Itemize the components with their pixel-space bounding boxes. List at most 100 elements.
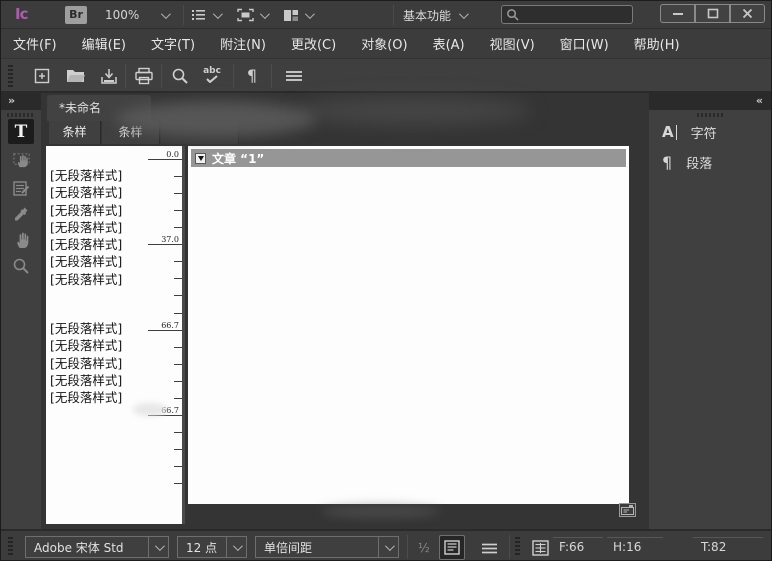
- maximize-icon: [707, 8, 719, 19]
- statusbar-separator: [509, 535, 510, 559]
- workspace-switcher[interactable]: 基本功能: [403, 5, 466, 25]
- menu-item-7[interactable]: 视图(V): [490, 34, 535, 53]
- ruler-tick: [174, 381, 182, 382]
- ruler-label: 0.0: [148, 150, 182, 160]
- menu-item-6[interactable]: 表(A): [433, 34, 465, 53]
- right-panel-grip[interactable]: [697, 113, 725, 117]
- paragraph-style-list-bottom: [无段落样式][无段落样式][无段落样式][无段落样式][无段落样式]: [50, 320, 122, 406]
- zoom-level-value: 100%: [105, 8, 139, 22]
- menu-item-5[interactable]: 对象(O): [361, 34, 407, 53]
- new-document-button[interactable]: [29, 63, 55, 89]
- menu-item-3[interactable]: 附注(N): [220, 34, 266, 53]
- paragraph-panel-button[interactable]: ¶ 段落: [649, 149, 772, 175]
- print-button[interactable]: [131, 63, 157, 89]
- smudge-artifact: [133, 403, 167, 416]
- screen-mode-dropdown[interactable]: [237, 5, 277, 25]
- font-family-dropdown[interactable]: Adobe 宋体 Std: [25, 536, 169, 558]
- tools-panel-grip[interactable]: [7, 113, 35, 117]
- view-tab-galley[interactable]: 条样: [49, 121, 101, 144]
- paragraph-style-row[interactable]: [无段落样式]: [50, 355, 122, 372]
- paragraph-style-row[interactable]: [无段落样式]: [50, 236, 122, 253]
- statusbar-grip[interactable]: [515, 537, 520, 557]
- paragraph-style-row[interactable]: [无段落样式]: [50, 219, 122, 236]
- search-box[interactable]: [501, 5, 633, 24]
- story-editor[interactable]: 文章 “1”: [188, 146, 629, 504]
- paragraph-style-row[interactable]: [无段落样式]: [50, 320, 122, 337]
- paragraph-style-row[interactable]: [无段落样式]: [50, 202, 122, 219]
- copyfit-info-icon[interactable]: [529, 537, 551, 558]
- line-numbers-toggle[interactable]: ½: [413, 538, 435, 558]
- galley-style-column: [无段落样式][无段落样式][无段落样式][无段落样式][无段落样式][无段落样…: [46, 146, 185, 524]
- toolbar: abc ¶: [1, 59, 772, 93]
- menu-item-8[interactable]: 窗口(W): [560, 34, 609, 53]
- search-input[interactable]: [519, 7, 619, 22]
- menu-item-0[interactable]: 文件(F): [13, 34, 57, 53]
- chevron-down-icon: [260, 9, 270, 19]
- paragraph-icon: ¶: [662, 153, 672, 172]
- view-options-dropdown[interactable]: [191, 5, 231, 25]
- paragraph-style-row[interactable]: [无段落样式]: [50, 253, 122, 270]
- workspace-label: 基本功能: [403, 7, 451, 24]
- ruler-tick: [174, 466, 182, 467]
- leading-value: 单倍间距: [256, 539, 378, 556]
- paragraph-style-row[interactable]: [无段落样式]: [50, 389, 122, 406]
- chevron-down-icon: [213, 9, 223, 19]
- note-tool[interactable]: [8, 175, 34, 200]
- position-tool-icon: [12, 150, 31, 169]
- menu-item-9[interactable]: 帮助(H): [634, 34, 680, 53]
- character-panel-button[interactable]: A 字符: [649, 119, 772, 145]
- ruler-tick: [174, 364, 182, 365]
- ruler-tick: [174, 176, 182, 177]
- story-end-indicator: [619, 503, 636, 517]
- ruler-tick: [174, 313, 182, 314]
- font-size-dropdown[interactable]: 12 点: [177, 536, 247, 558]
- paragraph-style-row[interactable]: [无段落样式]: [50, 167, 122, 184]
- ruler-label: 37.0: [148, 235, 182, 245]
- screen-mode-icon: [237, 8, 254, 22]
- menu-item-1[interactable]: 编辑(E): [82, 34, 126, 53]
- zoom-tool[interactable]: [8, 253, 34, 278]
- leading-dropdown[interactable]: 单倍间距: [255, 536, 399, 558]
- statusbar-menu-button[interactable]: [477, 540, 501, 556]
- paragraph-style-row[interactable]: [无段落样式]: [50, 271, 122, 288]
- toolbar-grip[interactable]: [8, 65, 13, 87]
- open-document-button[interactable]: [63, 63, 89, 89]
- tools-panel-header[interactable]: »: [1, 93, 41, 110]
- collapse-panel-icon[interactable]: »: [8, 94, 15, 107]
- statusbar-grip[interactable]: [8, 537, 13, 557]
- character-panel-label: 字符: [691, 123, 717, 142]
- spellcheck-button[interactable]: abc: [199, 63, 225, 89]
- collapse-panel-icon[interactable]: «: [756, 94, 763, 107]
- arrange-documents-dropdown[interactable]: [283, 5, 323, 25]
- save-document-button[interactable]: [96, 63, 122, 89]
- paragraph-style-row[interactable]: [无段落样式]: [50, 184, 122, 201]
- type-tool[interactable]: T: [8, 119, 34, 144]
- main-area: » T: [1, 93, 772, 529]
- window-controls: [660, 4, 765, 23]
- statusbar-separator: [407, 535, 408, 559]
- show-hidden-characters-button[interactable]: ¶: [239, 63, 265, 89]
- close-button[interactable]: [730, 4, 765, 23]
- smudge-artifact: [116, 101, 316, 137]
- menu-item-2[interactable]: 文字(T): [151, 34, 195, 53]
- minimize-button[interactable]: [660, 4, 695, 23]
- paragraph-style-row[interactable]: [无段落样式]: [50, 372, 122, 389]
- find-button[interactable]: [167, 63, 193, 89]
- paragraph-style-row[interactable]: [无段落样式]: [50, 337, 122, 354]
- note-tool-icon: [12, 179, 30, 197]
- story-header[interactable]: 文章 “1”: [191, 149, 626, 167]
- right-panel-header[interactable]: «: [649, 93, 772, 110]
- bridge-button[interactable]: Br: [65, 6, 87, 24]
- story-view-toggle[interactable]: [439, 535, 465, 560]
- tools-panel: » T: [1, 93, 41, 529]
- copyfit-t-value: T:82: [701, 540, 726, 554]
- paragraph-style-list-top: [无段落样式][无段落样式][无段落样式][无段落样式][无段落样式][无段落样…: [50, 167, 122, 288]
- menu-item-4[interactable]: 更改(C): [291, 34, 336, 53]
- toolbar-menu-button[interactable]: [281, 63, 307, 89]
- collapse-story-button[interactable]: [195, 153, 206, 164]
- maximize-button[interactable]: [695, 4, 730, 23]
- eyedropper-tool[interactable]: [8, 201, 34, 226]
- hand-tool[interactable]: [8, 227, 34, 252]
- position-tool[interactable]: [8, 147, 34, 172]
- zoom-level-dropdown[interactable]: 100%: [97, 5, 175, 25]
